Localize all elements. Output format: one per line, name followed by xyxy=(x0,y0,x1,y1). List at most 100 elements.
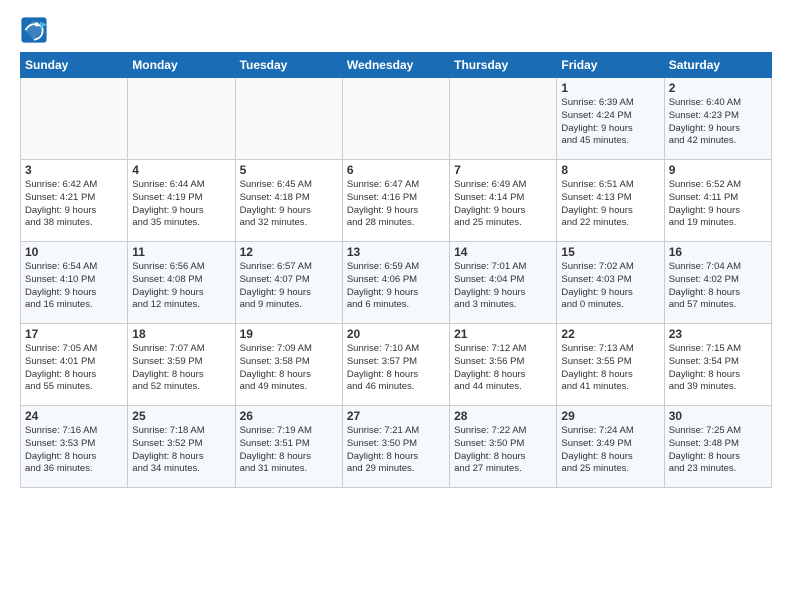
day-info: Sunrise: 7:07 AM Sunset: 3:59 PM Dayligh… xyxy=(132,343,230,394)
calendar-cell: 23 Sunrise: 7:15 AM Sunset: 3:54 PM Dayli… xyxy=(664,324,771,406)
day-info: Sunrise: 7:16 AM Sunset: 3:53 PM Dayligh… xyxy=(25,425,123,476)
day-number: 9 xyxy=(669,163,767,177)
day-number: 27 xyxy=(347,409,445,423)
calendar-cell: 4 Sunrise: 6:44 AM Sunset: 4:19 PM Daylig… xyxy=(128,160,235,242)
day-info: Sunrise: 7:09 AM Sunset: 3:58 PM Dayligh… xyxy=(240,343,338,394)
calendar-cell: 20Sunrise: 7:10 AM Sunset: 3:57 PM Dayli… xyxy=(342,324,449,406)
calendar-cell: 16 Sunrise: 7:04 AM Sunset: 4:02 PM Dayli… xyxy=(664,242,771,324)
calendar-cell: 17 Sunrise: 7:05 AM Sunset: 4:01 PM Dayli… xyxy=(21,324,128,406)
calendar-cell: 21 Sunrise: 7:12 AM Sunset: 3:56 PM Dayli… xyxy=(450,324,557,406)
weekday-header-wednesday: Wednesday xyxy=(342,53,449,78)
calendar-cell: 24 Sunrise: 7:16 AM Sunset: 3:53 PM Dayli… xyxy=(21,406,128,488)
calendar-week-3: 10 Sunrise: 6:54 AM Sunset: 4:10 PM Dayli… xyxy=(21,242,772,324)
day-number: 7 xyxy=(454,163,552,177)
calendar-cell: 14 Sunrise: 7:01 AM Sunset: 4:04 PM Dayli… xyxy=(450,242,557,324)
day-number: 11 xyxy=(132,245,230,259)
day-number: 23 xyxy=(669,327,767,341)
day-number: 17 xyxy=(25,327,123,341)
day-info: Sunrise: 7:22 AM Sunset: 3:50 PM Dayligh… xyxy=(454,425,552,476)
calendar-cell: 12 Sunrise: 6:57 AM Sunset: 4:07 PM Dayli… xyxy=(235,242,342,324)
calendar-cell: 27Sunrise: 7:21 AM Sunset: 3:50 PM Dayli… xyxy=(342,406,449,488)
calendar-cell: 8Sunrise: 6:51 AM Sunset: 4:13 PM Daylig… xyxy=(557,160,664,242)
day-info: Sunrise: 7:02 AM Sunset: 4:03 PM Dayligh… xyxy=(561,261,659,312)
day-info: Sunrise: 6:44 AM Sunset: 4:19 PM Dayligh… xyxy=(132,179,230,230)
day-number: 3 xyxy=(25,163,123,177)
calendar-cell: 25 Sunrise: 7:18 AM Sunset: 3:52 PM Dayli… xyxy=(128,406,235,488)
day-number: 29 xyxy=(561,409,659,423)
day-info: Sunrise: 7:05 AM Sunset: 4:01 PM Dayligh… xyxy=(25,343,123,394)
calendar-cell: 18 Sunrise: 7:07 AM Sunset: 3:59 PM Dayli… xyxy=(128,324,235,406)
day-number: 10 xyxy=(25,245,123,259)
day-info: Sunrise: 6:51 AM Sunset: 4:13 PM Dayligh… xyxy=(561,179,659,230)
calendar-cell: 28 Sunrise: 7:22 AM Sunset: 3:50 PM Dayli… xyxy=(450,406,557,488)
calendar-cell xyxy=(342,78,449,160)
day-number: 19 xyxy=(240,327,338,341)
calendar-week-2: 3Sunrise: 6:42 AM Sunset: 4:21 PM Daylig… xyxy=(21,160,772,242)
day-info: Sunrise: 7:13 AM Sunset: 3:55 PM Dayligh… xyxy=(561,343,659,394)
day-number: 30 xyxy=(669,409,767,423)
day-info: Sunrise: 6:59 AM Sunset: 4:06 PM Dayligh… xyxy=(347,261,445,312)
calendar-cell: 22 Sunrise: 7:13 AM Sunset: 3:55 PM Dayli… xyxy=(557,324,664,406)
weekday-header-saturday: Saturday xyxy=(664,53,771,78)
day-number: 25 xyxy=(132,409,230,423)
calendar-body: 1Sunrise: 6:39 AM Sunset: 4:24 PM Daylig… xyxy=(21,78,772,488)
calendar-cell xyxy=(235,78,342,160)
weekday-header-monday: Monday xyxy=(128,53,235,78)
calendar-cell: 6 Sunrise: 6:47 AM Sunset: 4:16 PM Daylig… xyxy=(342,160,449,242)
day-info: Sunrise: 7:25 AM Sunset: 3:48 PM Dayligh… xyxy=(669,425,767,476)
calendar-week-1: 1Sunrise: 6:39 AM Sunset: 4:24 PM Daylig… xyxy=(21,78,772,160)
day-info: Sunrise: 6:49 AM Sunset: 4:14 PM Dayligh… xyxy=(454,179,552,230)
day-number: 28 xyxy=(454,409,552,423)
day-info: Sunrise: 7:01 AM Sunset: 4:04 PM Dayligh… xyxy=(454,261,552,312)
day-number: 18 xyxy=(132,327,230,341)
calendar-cell: 29 Sunrise: 7:24 AM Sunset: 3:49 PM Dayli… xyxy=(557,406,664,488)
day-info: Sunrise: 6:54 AM Sunset: 4:10 PM Dayligh… xyxy=(25,261,123,312)
day-info: Sunrise: 7:24 AM Sunset: 3:49 PM Dayligh… xyxy=(561,425,659,476)
day-number: 4 xyxy=(132,163,230,177)
calendar-cell: 30 Sunrise: 7:25 AM Sunset: 3:48 PM Dayli… xyxy=(664,406,771,488)
page: SundayMondayTuesdayWednesdayThursdayFrid… xyxy=(0,0,792,612)
day-number: 16 xyxy=(669,245,767,259)
day-number: 6 xyxy=(347,163,445,177)
calendar-cell: 13 Sunrise: 6:59 AM Sunset: 4:06 PM Dayli… xyxy=(342,242,449,324)
day-info: Sunrise: 7:19 AM Sunset: 3:51 PM Dayligh… xyxy=(240,425,338,476)
day-info: Sunrise: 6:45 AM Sunset: 4:18 PM Dayligh… xyxy=(240,179,338,230)
calendar-cell: 26Sunrise: 7:19 AM Sunset: 3:51 PM Dayli… xyxy=(235,406,342,488)
calendar-cell: 10 Sunrise: 6:54 AM Sunset: 4:10 PM Dayli… xyxy=(21,242,128,324)
logo xyxy=(20,16,52,44)
day-info: Sunrise: 7:15 AM Sunset: 3:54 PM Dayligh… xyxy=(669,343,767,394)
day-info: Sunrise: 6:52 AM Sunset: 4:11 PM Dayligh… xyxy=(669,179,767,230)
day-number: 12 xyxy=(240,245,338,259)
calendar-cell: 15 Sunrise: 7:02 AM Sunset: 4:03 PM Dayli… xyxy=(557,242,664,324)
calendar-cell xyxy=(450,78,557,160)
day-number: 24 xyxy=(25,409,123,423)
day-info: Sunrise: 6:56 AM Sunset: 4:08 PM Dayligh… xyxy=(132,261,230,312)
calendar-cell: 9 Sunrise: 6:52 AM Sunset: 4:11 PM Daylig… xyxy=(664,160,771,242)
day-number: 14 xyxy=(454,245,552,259)
calendar-cell: 2Sunrise: 6:40 AM Sunset: 4:23 PM Daylig… xyxy=(664,78,771,160)
day-number: 13 xyxy=(347,245,445,259)
day-info: Sunrise: 7:12 AM Sunset: 3:56 PM Dayligh… xyxy=(454,343,552,394)
day-number: 2 xyxy=(669,81,767,95)
day-info: Sunrise: 6:57 AM Sunset: 4:07 PM Dayligh… xyxy=(240,261,338,312)
calendar-cell: 7 Sunrise: 6:49 AM Sunset: 4:14 PM Daylig… xyxy=(450,160,557,242)
day-number: 15 xyxy=(561,245,659,259)
day-number: 21 xyxy=(454,327,552,341)
day-number: 5 xyxy=(240,163,338,177)
calendar-cell: 1Sunrise: 6:39 AM Sunset: 4:24 PM Daylig… xyxy=(557,78,664,160)
calendar-cell: 5 Sunrise: 6:45 AM Sunset: 4:18 PM Daylig… xyxy=(235,160,342,242)
calendar-cell: 3Sunrise: 6:42 AM Sunset: 4:21 PM Daylig… xyxy=(21,160,128,242)
weekday-header-tuesday: Tuesday xyxy=(235,53,342,78)
calendar-cell: 19 Sunrise: 7:09 AM Sunset: 3:58 PM Dayli… xyxy=(235,324,342,406)
day-info: Sunrise: 6:47 AM Sunset: 4:16 PM Dayligh… xyxy=(347,179,445,230)
day-number: 22 xyxy=(561,327,659,341)
calendar-cell: 11 Sunrise: 6:56 AM Sunset: 4:08 PM Dayli… xyxy=(128,242,235,324)
day-info: Sunrise: 7:18 AM Sunset: 3:52 PM Dayligh… xyxy=(132,425,230,476)
day-info: Sunrise: 7:04 AM Sunset: 4:02 PM Dayligh… xyxy=(669,261,767,312)
weekday-header-sunday: Sunday xyxy=(21,53,128,78)
logo-icon xyxy=(20,16,48,44)
calendar-header: SundayMondayTuesdayWednesdayThursdayFrid… xyxy=(21,53,772,78)
calendar-table: SundayMondayTuesdayWednesdayThursdayFrid… xyxy=(20,52,772,488)
day-number: 1 xyxy=(561,81,659,95)
calendar-cell xyxy=(128,78,235,160)
